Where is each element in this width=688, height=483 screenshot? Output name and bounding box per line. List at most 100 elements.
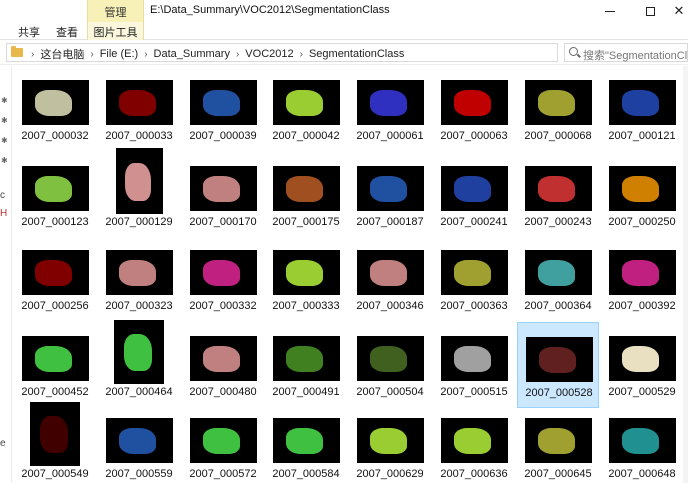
file-name: 2007_000504 <box>356 386 424 398</box>
file-item[interactable]: 2007_000515 <box>433 322 515 408</box>
file-item[interactable]: 2007_000323 <box>98 236 180 322</box>
segmentation-mask <box>119 260 156 286</box>
file-item[interactable]: 2007_000363 <box>433 236 515 322</box>
segmentation-mask <box>203 176 240 202</box>
file-name: 2007_000129 <box>105 216 173 228</box>
file-item[interactable]: 2007_000584 <box>265 404 347 483</box>
file-item[interactable]: 2007_000346 <box>349 236 431 322</box>
maximize-button[interactable] <box>630 0 670 22</box>
close-button[interactable]: ✕ <box>670 0 688 22</box>
pin-icon[interactable]: ✱ <box>1 116 8 125</box>
file-item[interactable]: 2007_000559 <box>98 404 180 483</box>
tab-share[interactable]: 共享 <box>18 24 40 40</box>
pin-icon[interactable]: ✱ <box>1 136 8 145</box>
file-name: 2007_000392 <box>608 300 676 312</box>
pin-icon[interactable]: ✱ <box>1 96 8 105</box>
image-thumbnail <box>441 336 508 381</box>
breadcrumb-voc2012[interactable]: VOC2012 <box>245 48 293 60</box>
file-item[interactable]: 2007_000364 <box>517 236 599 322</box>
file-item[interactable]: 2007_000645 <box>517 404 599 483</box>
chevron-right-icon[interactable]: › <box>236 49 239 60</box>
file-name: 2007_000452 <box>21 386 89 398</box>
file-item[interactable]: 2007_000042 <box>265 66 347 152</box>
file-item[interactable]: 2007_000333 <box>265 236 347 322</box>
file-item[interactable]: 2007_000648 <box>601 404 683 483</box>
tab-view[interactable]: 查看 <box>56 24 78 40</box>
file-item[interactable]: 2007_000033 <box>98 66 180 152</box>
file-name: 2007_000123 <box>21 216 89 228</box>
file-item[interactable]: 2007_000629 <box>349 404 431 483</box>
image-thumbnail <box>441 80 508 125</box>
segmentation-mask <box>119 428 156 454</box>
pin-icon[interactable]: ✱ <box>1 156 8 165</box>
file-name: 2007_000346 <box>356 300 424 312</box>
file-item[interactable]: 2007_000063 <box>433 66 515 152</box>
file-name: 2007_000187 <box>356 216 424 228</box>
window-title: E:\Data_Summary\VOC2012\SegmentationClas… <box>150 4 390 16</box>
chevron-right-icon[interactable]: › <box>300 49 303 60</box>
file-item[interactable]: 2007_000529 <box>601 322 683 408</box>
file-item[interactable]: 2007_000039 <box>182 66 264 152</box>
nav-item-fragment[interactable]: H <box>0 208 7 219</box>
tab-picture-tools[interactable]: 图片工具 <box>87 22 144 40</box>
file-item[interactable]: 2007_000549 <box>14 402 96 483</box>
breadcrumb-this-pc[interactable]: 这台电脑 <box>40 46 84 62</box>
file-item[interactable]: 2007_000123 <box>14 152 96 238</box>
file-item[interactable]: 2007_000250 <box>601 152 683 238</box>
file-item[interactable]: 2007_000243 <box>517 152 599 238</box>
file-item[interactable]: 2007_000504 <box>349 322 431 408</box>
image-thumbnail <box>357 166 424 211</box>
chevron-right-icon[interactable]: › <box>90 49 93 60</box>
file-item[interactable]: 2007_000480 <box>182 322 264 408</box>
file-item[interactable]: 2007_000061 <box>349 66 431 152</box>
chevron-right-icon[interactable]: › <box>31 49 34 60</box>
manage-context-group[interactable]: 管理 <box>87 0 144 22</box>
segmentation-mask <box>125 163 151 201</box>
image-thumbnail <box>22 336 89 381</box>
segmentation-mask <box>286 346 323 372</box>
address-bar[interactable]: › 这台电脑 › File (E:) › Data_Summary › VOC2… <box>6 43 558 62</box>
file-name: 2007_000256 <box>21 300 89 312</box>
file-item[interactable]: 2007_000121 <box>601 66 683 152</box>
file-item[interactable]: 2007_000187 <box>349 152 431 238</box>
file-item[interactable]: 2007_000175 <box>265 152 347 238</box>
file-item[interactable]: 2007_000452 <box>14 322 96 408</box>
file-item[interactable]: 2007_000068 <box>517 66 599 152</box>
file-name: 2007_000645 <box>524 468 592 480</box>
image-thumbnail <box>116 148 163 214</box>
file-item[interactable]: 2007_000491 <box>265 322 347 408</box>
nav-item-fragment[interactable]: e <box>0 438 6 449</box>
search-input[interactable]: 搜索"SegmentationCla... <box>564 43 688 62</box>
file-item[interactable]: 2007_000032 <box>14 66 96 152</box>
file-item[interactable]: 2007_000256 <box>14 236 96 322</box>
image-thumbnail <box>190 250 257 295</box>
minimize-button[interactable] <box>590 0 630 22</box>
image-thumbnail <box>357 250 424 295</box>
file-item[interactable]: 2007_000332 <box>182 236 264 322</box>
file-item[interactable]: 2007_000241 <box>433 152 515 238</box>
file-item[interactable]: 2007_000528 <box>517 322 599 408</box>
file-item[interactable]: 2007_000392 <box>601 236 683 322</box>
image-thumbnail <box>609 80 676 125</box>
chevron-right-icon[interactable]: › <box>144 49 147 60</box>
image-thumbnail <box>22 250 89 295</box>
segmentation-mask <box>454 90 491 116</box>
search-icon <box>569 47 578 56</box>
breadcrumb-data-summary[interactable]: Data_Summary <box>154 48 230 60</box>
file-item[interactable]: 2007_000170 <box>182 152 264 238</box>
file-item[interactable]: 2007_000572 <box>182 404 264 483</box>
minimize-icon <box>605 10 615 12</box>
vertical-scrollbar[interactable] <box>683 66 688 483</box>
breadcrumb-drive[interactable]: File (E:) <box>100 48 139 60</box>
segmentation-mask <box>286 260 323 286</box>
segmentation-mask <box>203 260 240 286</box>
image-thumbnail <box>525 80 592 125</box>
navigation-pane[interactable]: ✱ ✱ ✱ ✱ c H e <box>0 66 12 483</box>
file-item[interactable]: 2007_000464 <box>98 320 180 408</box>
file-item[interactable]: 2007_000636 <box>433 404 515 483</box>
file-item[interactable]: 2007_000129 <box>98 148 180 238</box>
search-placeholder: 搜索"SegmentationCla... <box>583 50 687 62</box>
nav-item-fragment[interactable]: c <box>0 190 5 201</box>
image-thumbnail <box>190 418 257 463</box>
breadcrumb-segmentationclass[interactable]: SegmentationClass <box>309 48 404 60</box>
